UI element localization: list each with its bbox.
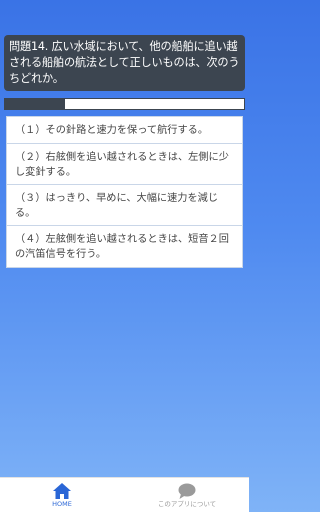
answer-option-1[interactable]: （１）その針路と速力を保って航行する。 <box>7 117 242 144</box>
answer-option-4-text: （４）左舷側を追い越されるときは、短音２回の汽笛信号を行う。 <box>15 234 229 260</box>
nav-home-tab[interactable]: HOME <box>0 478 124 512</box>
nav-about-tab[interactable]: このアプリについて <box>125 478 249 512</box>
progress-bar <box>4 98 245 110</box>
answer-option-3[interactable]: （３）はっきり、早めに、大幅に速力を減じる。 <box>7 185 242 226</box>
progress-fill <box>5 99 65 109</box>
nav-home-label: HOME <box>52 500 72 508</box>
answer-list: （１）その針路と速力を保って航行する。 （２）右舷側を追い越されるときは、左側に… <box>6 116 243 268</box>
bottom-navigation: HOME このアプリについて <box>0 477 249 512</box>
answer-option-4[interactable]: （４）左舷側を追い越されるときは、短音２回の汽笛信号を行う。 <box>7 226 242 267</box>
chat-bubble-icon <box>178 483 196 499</box>
answer-option-2[interactable]: （２）右舷側を追い越されるときは、左側に少し変針する。 <box>7 144 242 185</box>
question-text: 問題14. 広い水域において、他の船舶に追い越される船舶の航法として正しいものは… <box>9 40 240 85</box>
answer-option-1-text: （１）その針路と速力を保って航行する。 <box>15 125 209 136</box>
question-box: 問題14. 広い水域において、他の船舶に追い越される船舶の航法として正しいものは… <box>4 35 245 91</box>
answer-option-3-text: （３）はっきり、早めに、大幅に速力を減じる。 <box>15 193 219 219</box>
nav-about-label: このアプリについて <box>157 500 217 508</box>
answer-option-2-text: （２）右舷側を追い越されるときは、左側に少し変針する。 <box>15 152 229 178</box>
home-icon <box>53 483 71 499</box>
